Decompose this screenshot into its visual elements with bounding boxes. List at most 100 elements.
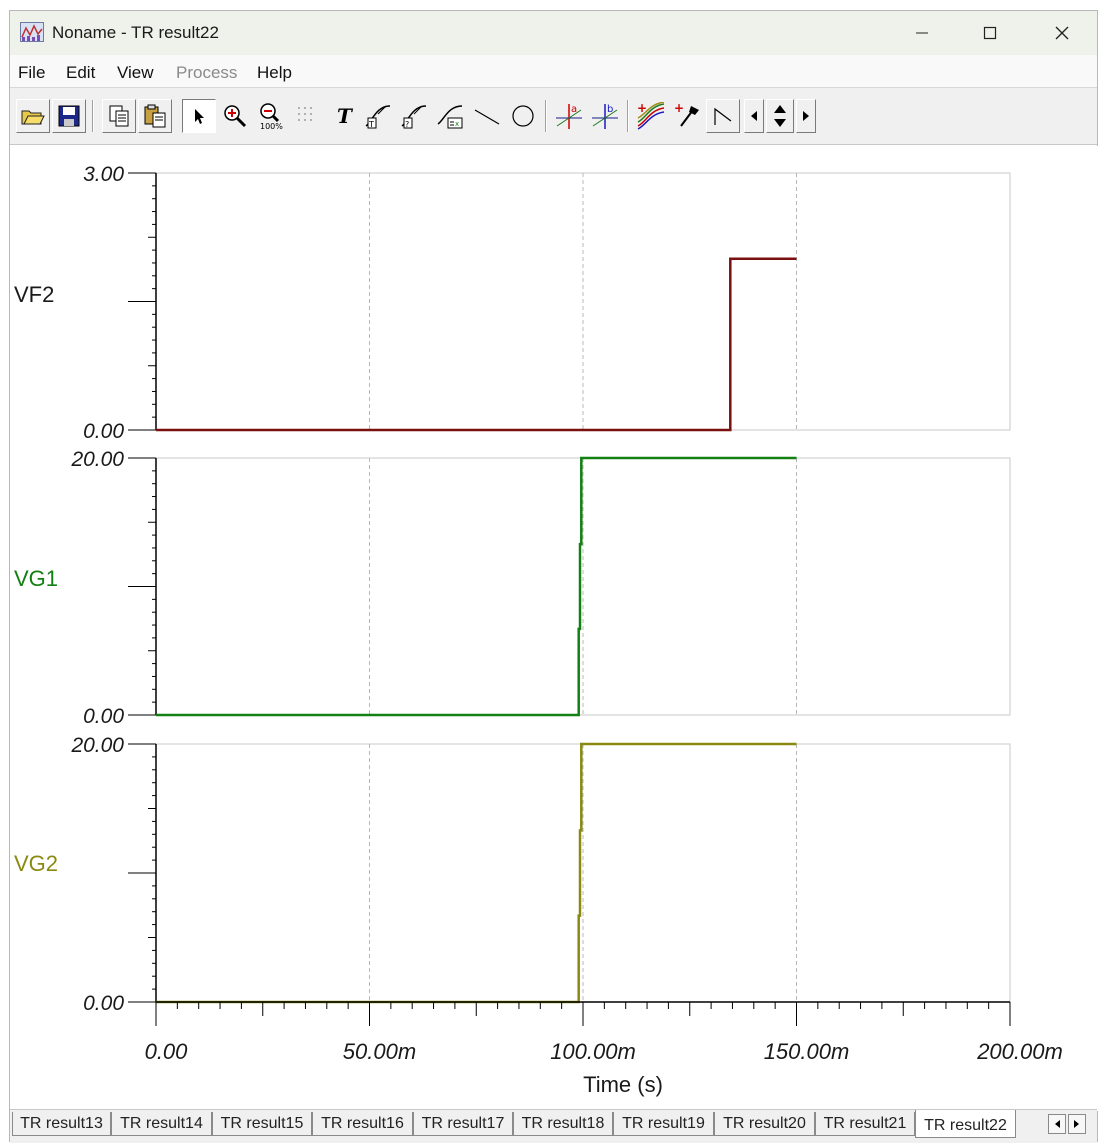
x-tick-label: 200.00m xyxy=(976,1039,1063,1064)
menu-help[interactable]: Help xyxy=(257,63,292,83)
cursor-a-button[interactable]: a xyxy=(552,99,586,133)
curve-label-button[interactable]: T xyxy=(362,99,396,133)
curve-info-icon: ? xyxy=(401,105,427,129)
tab-tr-result18[interactable]: TR result18 xyxy=(513,1112,613,1136)
add-curve-button[interactable]: + xyxy=(634,99,668,133)
series-line-vf2 xyxy=(156,257,797,432)
tab-tr-result16[interactable]: TR result16 xyxy=(312,1112,413,1136)
svg-text:b: b xyxy=(607,104,613,115)
menu-edit[interactable]: Edit xyxy=(66,63,95,83)
save-icon xyxy=(58,105,80,127)
text-icon: T xyxy=(337,105,354,127)
y-tick-label: 20.00 xyxy=(70,734,124,757)
cursor-updown-button[interactable] xyxy=(766,99,794,133)
maximize-button[interactable] xyxy=(956,11,1024,55)
series-label-vg2: VG2 xyxy=(14,851,58,876)
menu-file[interactable]: File xyxy=(18,63,45,83)
series-label-vf2: VF2 xyxy=(14,282,54,307)
grid-icon xyxy=(298,107,312,121)
cursor-left-button[interactable] xyxy=(744,99,764,133)
tab-scroll-left-icon xyxy=(1055,1120,1060,1128)
maximize-icon xyxy=(983,26,997,40)
curve-formula-icon: x xyxy=(437,105,463,129)
circle-button[interactable] xyxy=(506,99,540,133)
add-probe-button[interactable]: + xyxy=(670,99,704,133)
app-icon xyxy=(20,22,44,42)
select-button[interactable] xyxy=(182,99,216,133)
menu-process[interactable]: Process xyxy=(176,63,237,83)
y-tick-label: 3.00 xyxy=(83,163,124,186)
circle-icon xyxy=(512,105,534,127)
bode-marker-icon xyxy=(714,107,732,125)
tab-tr-result17[interactable]: TR result17 xyxy=(413,1112,513,1136)
close-button[interactable] xyxy=(1028,11,1096,55)
tab-scroll-left-button[interactable] xyxy=(1048,1114,1066,1134)
add-probe-icon: + xyxy=(674,102,699,127)
minimize-button[interactable] xyxy=(888,11,956,55)
tab-tr-result20[interactable]: TR result20 xyxy=(714,1112,815,1136)
toolbar-separator xyxy=(627,100,629,132)
cursor-a-icon: a xyxy=(556,104,582,129)
line-button[interactable] xyxy=(470,99,504,133)
tab-tr-result21[interactable]: TR result21 xyxy=(815,1112,915,1136)
series-line-vg2 xyxy=(156,742,797,1004)
cursor-move-right-icon xyxy=(803,111,809,121)
tab-tr-result22[interactable]: TR result22 xyxy=(915,1110,1016,1138)
toolbar: 100% T T ? x a b + + xyxy=(10,87,1097,145)
bode-marker-button[interactable] xyxy=(706,99,740,133)
copy-button[interactable] xyxy=(102,99,136,133)
curve-formula-button[interactable]: x xyxy=(434,99,468,133)
svg-text:?: ? xyxy=(405,120,409,129)
open-button[interactable] xyxy=(16,99,50,133)
svg-text:T: T xyxy=(337,105,354,127)
x-axis: 0.00 50.00m 100.00m 150.00m 200.00m Time (s) xyxy=(145,1001,1063,1097)
title-bar[interactable]: Noname - TR result22 xyxy=(10,11,1097,55)
paste-button[interactable] xyxy=(138,99,172,133)
zoom-in-button[interactable] xyxy=(218,99,252,133)
svg-text:+: + xyxy=(674,102,684,115)
add-curve-icon: + xyxy=(637,102,665,130)
transient-chart[interactable]: 3.00 0.00 VF2 20.00 0.00 VG1 20.00 0.00 VG2 0.00 5… xyxy=(10,146,1099,1109)
tab-scroll-right-button[interactable] xyxy=(1068,1114,1086,1134)
y-tick-label: 0.00 xyxy=(83,992,124,1015)
cursor-b-button[interactable]: b xyxy=(588,99,622,133)
zoom-100-button[interactable]: 100% xyxy=(254,99,288,133)
x-tick-label: 0.00 xyxy=(145,1039,189,1064)
paste-icon xyxy=(144,104,166,128)
cursor-right-button[interactable] xyxy=(796,99,816,133)
tab-tr-result15[interactable]: TR result15 xyxy=(212,1112,312,1136)
toolbar-separator xyxy=(92,100,94,132)
plot-area[interactable]: 3.00 0.00 VF2 20.00 0.00 VG1 20.00 0.00 VG2 0.00 5… xyxy=(10,146,1099,1111)
tab-tr-result13[interactable]: TR result13 xyxy=(12,1112,111,1136)
text-button[interactable]: T xyxy=(328,99,362,133)
y-tick-label: 20.00 xyxy=(70,448,124,471)
app-window: Noname - TR result22 File Edit View Proc… xyxy=(9,10,1099,1143)
series-label-vg1: VG1 xyxy=(14,566,58,591)
x-axis-title: Time (s) xyxy=(583,1072,663,1097)
y-tick-label: 0.00 xyxy=(83,420,124,443)
tab-tr-result14[interactable]: TR result14 xyxy=(111,1112,212,1136)
x-tick-label: 100.00m xyxy=(550,1039,636,1064)
svg-text:100%: 100% xyxy=(260,122,283,130)
zoom-100-icon: 100% xyxy=(260,103,283,130)
tab-tr-result19[interactable]: TR result19 xyxy=(613,1112,714,1136)
menu-view[interactable]: View xyxy=(117,63,154,83)
cursor-b-icon: b xyxy=(592,104,618,129)
open-icon xyxy=(21,110,45,125)
panel-vg1: 20.00 0.00 VG1 xyxy=(14,448,1011,728)
grid-button[interactable] xyxy=(290,99,324,133)
select-arrow-icon xyxy=(195,109,204,124)
save-button[interactable] xyxy=(52,99,86,133)
curve-info-button[interactable]: ? xyxy=(398,99,432,133)
zoom-in-icon xyxy=(224,105,247,128)
result-tab-bar: TR result13 TR result14 TR result15 TR resu… xyxy=(10,1109,1097,1143)
line-icon xyxy=(474,109,500,125)
svg-text:+: + xyxy=(637,102,647,115)
toolbar-separator xyxy=(545,100,547,132)
copy-icon xyxy=(109,105,129,127)
svg-text:a: a xyxy=(571,104,577,115)
menu-bar: File Edit View Process Help xyxy=(10,55,1097,87)
close-icon xyxy=(1055,26,1069,40)
window-title: Noname - TR result22 xyxy=(52,23,219,42)
panel-vf2: 3.00 0.00 VF2 xyxy=(14,163,1011,443)
